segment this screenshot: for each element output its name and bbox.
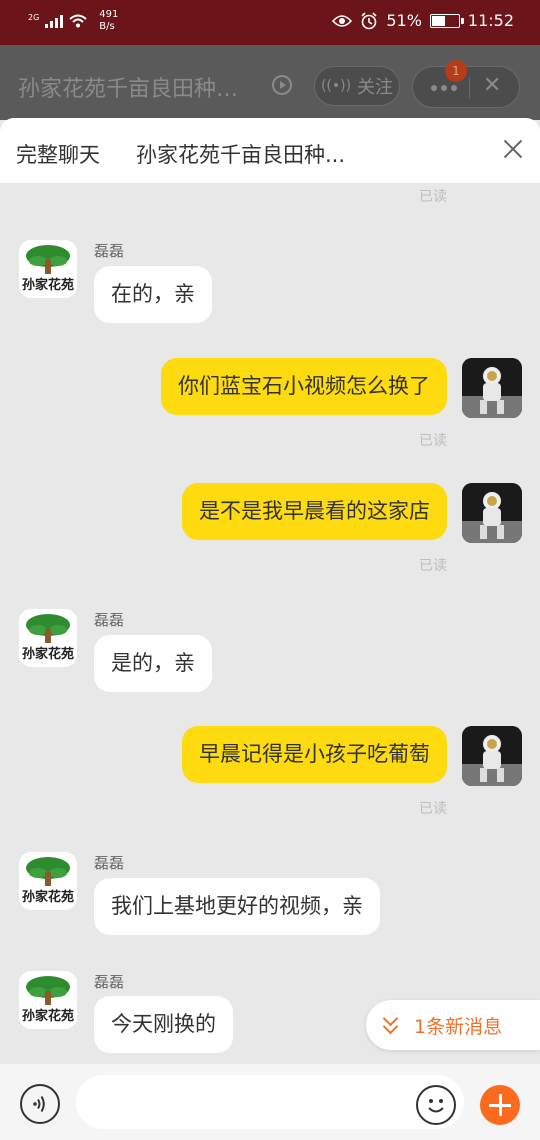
message-bubble-incoming[interactable]: 今天刚换的 bbox=[94, 996, 233, 1053]
alarm-icon bbox=[361, 11, 377, 29]
tree-logo-icon: 孙家花苑 bbox=[22, 614, 74, 662]
sender-name: 磊磊 bbox=[94, 611, 125, 629]
status-bar: 2G 491 B/s 51% 11:52 bbox=[0, 0, 540, 45]
voice-input-icon[interactable] bbox=[20, 1084, 60, 1124]
input-bar bbox=[0, 1064, 540, 1140]
wifi-icon bbox=[69, 14, 87, 28]
new-message-label: 1条新消息 bbox=[414, 1015, 503, 1038]
capsule-divider bbox=[469, 77, 470, 99]
read-receipt: 已读 bbox=[419, 558, 447, 574]
eye-icon bbox=[332, 14, 353, 27]
message-bubble-outgoing[interactable]: 是不是我早晨看的这家店 bbox=[182, 483, 447, 540]
more-icon[interactable] bbox=[431, 85, 457, 91]
astronaut-avatar-icon bbox=[462, 358, 522, 418]
shop-logo-text: 孙家花苑 bbox=[22, 889, 74, 905]
sender-name: 磊磊 bbox=[94, 973, 125, 991]
user-avatar[interactable] bbox=[462, 726, 522, 786]
shop-logo-text: 孙家花苑 bbox=[22, 646, 74, 662]
shop-avatar[interactable]: 孙家花苑 bbox=[19, 852, 77, 910]
new-message-button[interactable]: 1条新消息 bbox=[366, 1000, 540, 1050]
follow-button[interactable]: ((•)) 关注 bbox=[314, 66, 400, 106]
emoji-icon[interactable] bbox=[416, 1085, 456, 1125]
broadcast-icon: ((•)) bbox=[320, 78, 352, 94]
shop-avatar[interactable]: 孙家花苑 bbox=[19, 971, 77, 1029]
follow-label: 关注 bbox=[357, 77, 394, 98]
chat-title: 孙家花苑千亩良田种... bbox=[136, 143, 346, 167]
read-receipt: 已读 bbox=[419, 801, 447, 817]
shop-logo-text: 孙家花苑 bbox=[22, 1008, 74, 1024]
battery-icon bbox=[429, 13, 464, 28]
net-speed-unit: B/s bbox=[99, 21, 115, 32]
chevron-right-icon[interactable] bbox=[272, 75, 292, 95]
plus-icon[interactable] bbox=[480, 1085, 520, 1125]
user-avatar[interactable] bbox=[462, 358, 522, 418]
shop-avatar[interactable]: 孙家花苑 bbox=[19, 240, 77, 298]
sender-name: 磊磊 bbox=[94, 854, 125, 872]
full-chat-tab[interactable]: 完整聊天 bbox=[16, 139, 100, 169]
tree-logo-icon: 孙家花苑 bbox=[22, 857, 74, 905]
net-speed-value: 491 bbox=[99, 9, 119, 20]
shop-avatar[interactable]: 孙家花苑 bbox=[19, 609, 77, 667]
signal-icon bbox=[45, 14, 64, 28]
message-bubble-incoming[interactable]: 我们上基地更好的视频，亲 bbox=[94, 878, 380, 935]
double-chevron-down-icon bbox=[382, 1010, 400, 1035]
message-bubble-outgoing[interactable]: 早晨记得是小孩子吃葡萄 bbox=[182, 726, 447, 783]
clock: 11:52 bbox=[467, 11, 514, 30]
live-room-title[interactable]: 孙家花苑千亩良田种… bbox=[18, 71, 263, 103]
message-input[interactable] bbox=[76, 1075, 464, 1129]
read-receipt: 已读 bbox=[419, 189, 447, 205]
battery-percent: 51% bbox=[386, 11, 422, 30]
sender-name: 磊磊 bbox=[94, 242, 125, 260]
tree-logo-icon: 孙家花苑 bbox=[22, 976, 74, 1024]
chat-message-list[interactable]: 已读 孙家花苑 磊磊 在的，亲 你们蓝宝石小视频怎么换了 已读 是不是我早晨看的… bbox=[0, 184, 540, 1064]
close-panel-icon[interactable] bbox=[500, 136, 526, 162]
astronaut-avatar-icon bbox=[462, 726, 522, 786]
message-bubble-outgoing[interactable]: 你们蓝宝石小视频怎么换了 bbox=[161, 358, 447, 415]
message-bubble-incoming[interactable]: 是的，亲 bbox=[94, 635, 212, 692]
message-bubble-incoming[interactable]: 在的，亲 bbox=[94, 266, 212, 323]
close-icon[interactable]: ✕ bbox=[483, 73, 501, 98]
shop-logo-text: 孙家花苑 bbox=[22, 277, 74, 293]
tree-logo-icon: 孙家花苑 bbox=[22, 245, 74, 293]
battery-fill bbox=[431, 15, 446, 26]
user-avatar[interactable] bbox=[462, 483, 522, 543]
network-type: 2G bbox=[28, 13, 40, 22]
astronaut-avatar-icon bbox=[462, 483, 522, 543]
net-speed: 491 B/s bbox=[99, 9, 118, 33]
live-room-header: 孙家花苑千亩良田种… ((•)) 关注 ✕ 1 bbox=[0, 45, 540, 120]
chat-panel-header: 完整聊天 孙家花苑千亩良田种... bbox=[0, 118, 540, 184]
notification-badge: 1 bbox=[445, 60, 467, 82]
read-receipt: 已读 bbox=[419, 433, 447, 449]
